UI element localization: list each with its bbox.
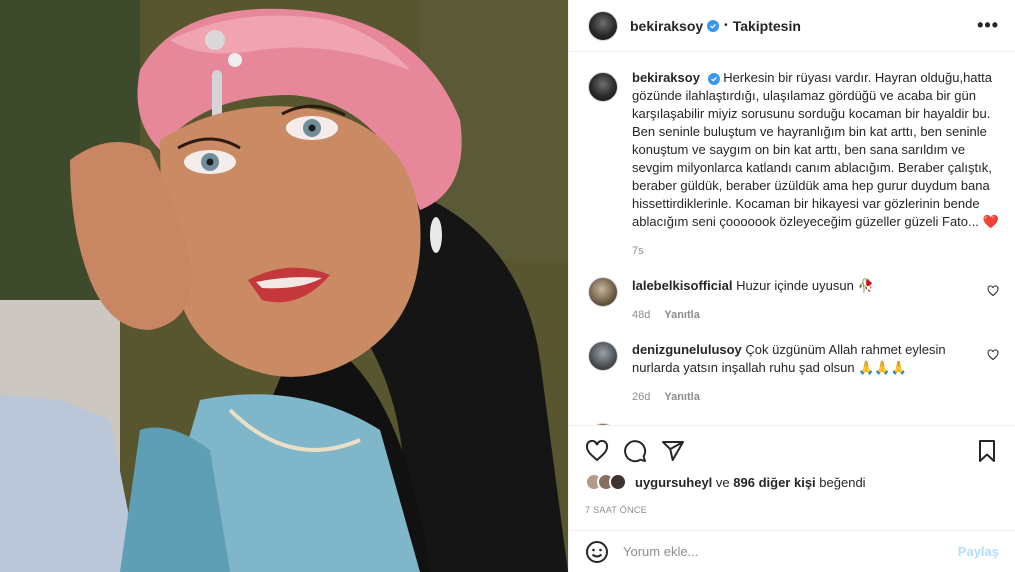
likes-count[interactable]: 896 diğer kişi — [733, 475, 815, 490]
comments-list[interactable]: bekiraksoy Herkesin bir rüyası vardır. H… — [569, 53, 1015, 425]
comment-time[interactable]: 26d — [632, 391, 650, 403]
caption-avatar[interactable] — [588, 72, 618, 102]
verified-badge-icon — [707, 73, 720, 85]
comment-icon[interactable] — [623, 439, 647, 463]
likes-suffix: beğendi — [819, 474, 866, 490]
post-side-panel: bekiraksoy • Takiptesin ••• bekiraksoy H… — [568, 0, 1015, 572]
liker-avatars[interactable] — [585, 473, 627, 491]
following-button[interactable]: Takiptesin — [733, 18, 801, 34]
verified-badge-icon — [707, 19, 720, 32]
likes-summary: uygursuheyl ve 896 diğer kişi beğendi — [585, 472, 999, 492]
comment-input[interactable] — [623, 544, 958, 559]
author-username[interactable]: bekiraksoy — [630, 18, 703, 34]
portrait-image — [0, 0, 568, 572]
comment-item: lalebelkisofficial Huzur içinde uyusun 🥀… — [588, 277, 999, 321]
add-comment-bar: Paylaş — [569, 530, 1015, 572]
post-header: bekiraksoy • Takiptesin ••• — [569, 0, 1015, 52]
comment-item: denizgunelulusoy Çok üzgünüm Allah rahme… — [588, 341, 999, 403]
reply-button[interactable]: Yanıtla — [664, 309, 699, 321]
post-photo[interactable] — [0, 0, 568, 572]
likes-connector: ve — [715, 474, 730, 490]
post-actions: uygursuheyl ve 896 diğer kişi beğendi 7 … — [569, 425, 1015, 515]
like-comment-heart-icon[interactable] — [987, 285, 999, 297]
commenter-username[interactable]: lalebelkisofficial — [632, 278, 732, 293]
post-modal: bekiraksoy • Takiptesin ••• bekiraksoy H… — [0, 0, 1015, 572]
post-comment-button[interactable]: Paylaş — [958, 544, 999, 559]
separator-dot: • — [724, 20, 728, 31]
comment-text: Huzur içinde uyusun 🥀 — [736, 278, 874, 293]
commenter-avatar[interactable] — [588, 341, 618, 371]
heart-icon[interactable] — [585, 439, 609, 463]
more-horizontal-icon[interactable]: ••• — [977, 15, 999, 36]
post-caption: bekiraksoy Herkesin bir rüyası vardır. H… — [588, 69, 999, 257]
author-avatar[interactable] — [588, 10, 618, 41]
commenter-avatar[interactable] — [588, 277, 618, 307]
like-comment-heart-icon[interactable] — [987, 349, 999, 361]
post-timestamp[interactable]: 7 SAAT ÖNCE — [585, 505, 999, 515]
share-icon[interactable] — [661, 439, 685, 463]
bookmark-icon[interactable] — [975, 439, 999, 463]
comment-time[interactable]: 48d — [632, 309, 650, 321]
liker-username[interactable]: uygursuheyl — [635, 475, 712, 490]
commenter-username[interactable]: denizgunelulusoy — [632, 342, 742, 357]
caption-time[interactable]: 7s — [632, 245, 999, 257]
caption-username[interactable]: bekiraksoy — [632, 70, 700, 85]
emoji-icon[interactable] — [585, 540, 609, 564]
reply-button[interactable]: Yanıtla — [664, 391, 699, 403]
caption-text: Herkesin bir rüyası vardır. Hayran olduğ… — [632, 70, 999, 229]
